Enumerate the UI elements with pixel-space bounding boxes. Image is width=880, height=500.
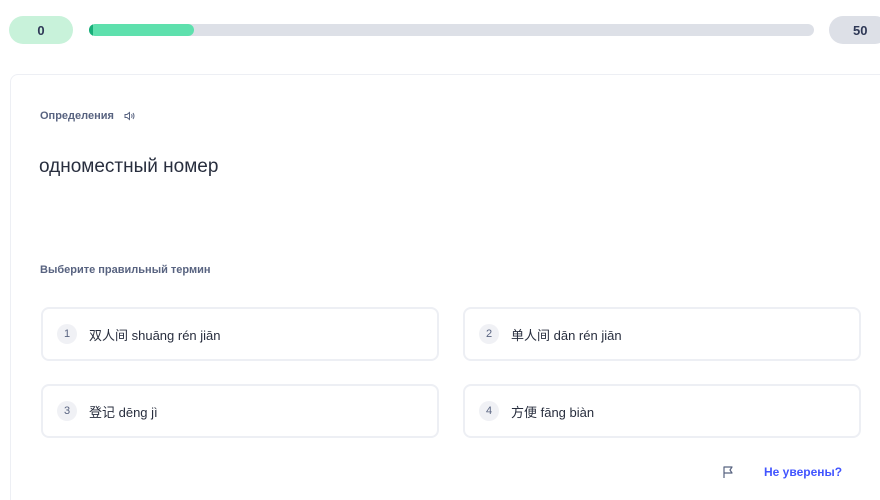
progress-current-count: 0 xyxy=(9,16,73,44)
definition-section-header: Определения xyxy=(40,110,136,122)
option-text: 方便 fāng biàn xyxy=(511,404,595,420)
answer-option-3[interactable]: 3 登记 dēng jì xyxy=(41,384,439,438)
progress-total-count: 50 xyxy=(829,16,880,44)
option-number: 2 xyxy=(479,324,499,344)
answer-option-4[interactable]: 4 方便 fāng biàn xyxy=(463,384,861,438)
option-number: 3 xyxy=(57,401,77,421)
answer-option-2[interactable]: 2 单人间 dān rén jiān xyxy=(463,307,861,361)
unsure-link[interactable]: Не уверены? xyxy=(764,465,842,479)
section-label: Определения xyxy=(40,110,114,122)
option-number: 4 xyxy=(479,401,499,421)
answer-prompt: Выберите правильный термин xyxy=(40,264,211,276)
option-number: 1 xyxy=(57,324,77,344)
definition-text: одноместный номер xyxy=(39,156,219,177)
progress-fill xyxy=(89,24,194,36)
answer-option-1[interactable]: 1 双人间 shuāng rén jiān xyxy=(41,307,439,361)
option-text: 双人间 shuāng rén jiān xyxy=(89,327,221,343)
option-text: 登记 dēng jì xyxy=(89,404,158,420)
option-text: 单人间 dān rén jiān xyxy=(511,327,622,343)
speaker-icon[interactable] xyxy=(124,110,136,122)
progress-header: 0 50 xyxy=(0,0,880,60)
progress-track xyxy=(89,24,814,36)
flag-icon[interactable] xyxy=(721,465,735,479)
progress-fill-cap xyxy=(89,24,93,36)
study-page: 0 50 Определения одноместный номер Выбер… xyxy=(0,0,880,500)
